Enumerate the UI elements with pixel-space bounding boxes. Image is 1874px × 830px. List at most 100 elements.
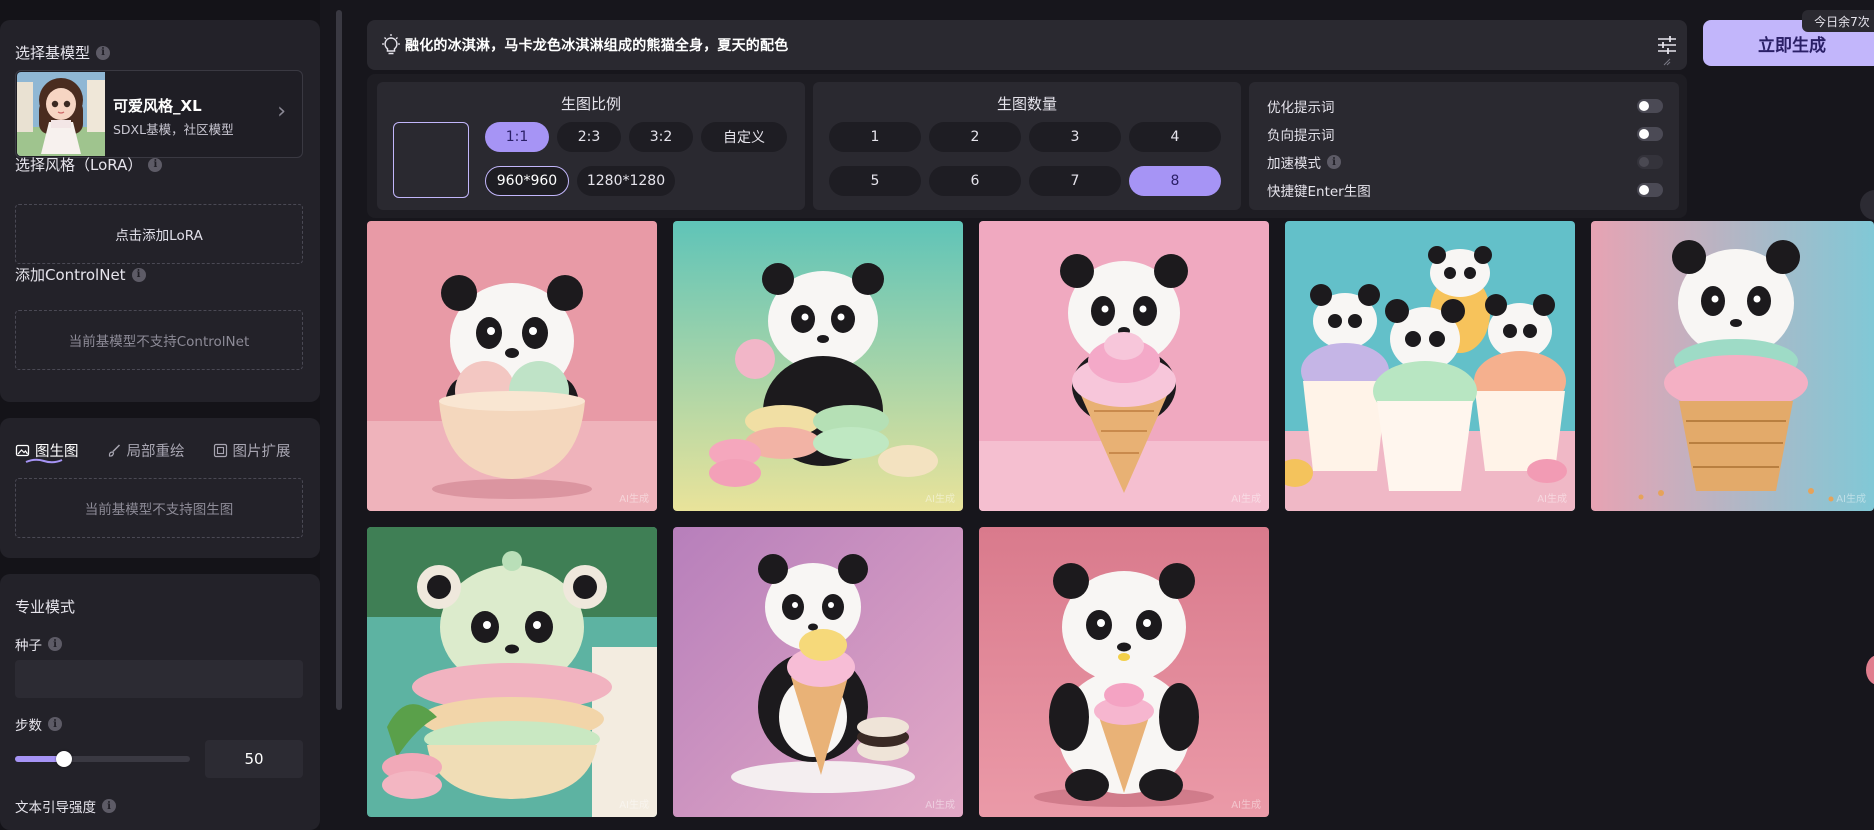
info-icon[interactable]: i — [148, 157, 163, 172]
ratio-option-2-3[interactable]: 2:3 — [557, 122, 621, 152]
generated-image[interactable]: AI生成 — [979, 527, 1269, 817]
info-icon[interactable]: i — [96, 45, 111, 60]
base-model-card[interactable]: 可爱风格_XL SDXL基模，社区模型 › — [15, 70, 303, 158]
aspect-ratio-box: 生图比例 1:1 2:3 3:2 自定义 960*960 1280*1280 — [377, 82, 805, 210]
chevron-right-icon: › — [277, 99, 286, 124]
option-negative-prompt: 负向提示词 — [1267, 124, 1663, 144]
generated-image[interactable]: AI生成 — [673, 221, 963, 511]
floating-action-button[interactable] — [1866, 655, 1874, 685]
base-model-heading: 选择基模型 i — [15, 42, 111, 63]
option-label: 快捷键Enter生图 — [1267, 184, 1371, 200]
enter-shortcut-toggle[interactable] — [1637, 183, 1663, 197]
count-option-8[interactable]: 8 — [1129, 166, 1221, 196]
info-icon[interactable]: i — [48, 717, 62, 731]
option-label: 负向提示词 — [1267, 128, 1335, 144]
pro-mode-panel: 专业模式 种子 i 步数 i 50 文本引导强度 i — [0, 574, 320, 830]
steps-heading: 步数 i — [15, 714, 62, 734]
count-option-4[interactable]: 4 — [1129, 122, 1221, 152]
count-option-1[interactable]: 1 — [829, 122, 921, 152]
count-title: 生图数量 — [996, 95, 1057, 113]
controlnet-label: 添加ControlNet — [15, 266, 126, 284]
seed-heading: 种子 i — [15, 634, 62, 654]
fast-mode-toggle — [1637, 155, 1663, 169]
generation-settings: 生图比例 1:1 2:3 3:2 自定义 960*960 1280*1280 生… — [367, 74, 1687, 218]
watermark: AI生成 — [925, 800, 955, 811]
model-name: 可爱风格_XL — [113, 97, 202, 115]
watermark: AI生成 — [619, 800, 649, 811]
watermark: AI生成 — [1231, 494, 1261, 505]
brush-icon — [108, 444, 120, 457]
ratio-option-1-1[interactable]: 1:1 — [485, 122, 549, 152]
sidebar-scrollbar[interactable] — [336, 10, 342, 710]
prompt-bar[interactable]: 融化的冰淇淋，马卡龙色冰淇淋组成的熊猫全身，夏天的配色 — [367, 20, 1687, 70]
pro-mode-title: 专业模式 — [15, 598, 76, 616]
active-tab-indicator — [25, 458, 63, 464]
generated-image[interactable]: AI生成 — [1591, 221, 1874, 511]
optimize-prompt-toggle[interactable] — [1637, 99, 1663, 113]
option-label: 优化提示词 — [1267, 100, 1335, 116]
ratio-title: 生图比例 — [560, 95, 621, 113]
count-option-3[interactable]: 3 — [1029, 122, 1121, 152]
generated-image[interactable]: AI生成 — [673, 527, 963, 817]
model-subtitle: SDXL基模，社区模型 — [113, 122, 234, 137]
controlnet-unsupported-box: 当前基模型不支持ControlNet — [15, 310, 303, 370]
size-option-1280[interactable]: 1280*1280 — [577, 166, 675, 196]
sidebar: 选择基模型 i 可爱风格_XL SDXL基模，社区模型 › 选择风格（LoRA）… — [0, 0, 320, 830]
generated-image[interactable]: AI生成 — [367, 527, 657, 817]
sliders-icon[interactable] — [1655, 33, 1679, 57]
count-option-7[interactable]: 7 — [1029, 166, 1121, 196]
lightbulb-icon — [382, 34, 400, 55]
count-option-5[interactable]: 5 — [829, 166, 921, 196]
expand-icon — [213, 443, 227, 458]
scroll-right-button[interactable] — [1860, 190, 1874, 220]
tab-label: 局部重绘 — [126, 444, 185, 460]
model-settings-panel: 选择基模型 i 可爱风格_XL SDXL基模，社区模型 › 选择风格（LoRA）… — [0, 20, 320, 402]
steps-input[interactable]: 50 — [205, 740, 303, 778]
info-icon[interactable]: i — [102, 799, 116, 813]
option-enter-shortcut: 快捷键Enter生图 — [1267, 180, 1663, 200]
watermark: AI生成 — [925, 494, 955, 505]
steps-slider[interactable] — [15, 751, 190, 767]
base-model-label: 选择基模型 — [15, 44, 91, 62]
generated-image[interactable]: AI生成 — [979, 221, 1269, 511]
watermark: AI生成 — [1231, 800, 1261, 811]
lora-label: 选择风格（LoRA） — [15, 156, 143, 174]
ratio-option-3-2[interactable]: 3:2 — [629, 122, 693, 152]
seed-label: 种子 — [15, 638, 42, 654]
option-optimize-prompt: 优化提示词 — [1267, 96, 1663, 116]
tab-outpaint[interactable]: 图片扩展 — [213, 440, 291, 461]
option-label: 加速模式 — [1267, 156, 1321, 172]
watermark: AI生成 — [1537, 494, 1567, 505]
cfg-heading: 文本引导强度 i — [15, 796, 116, 816]
image-mode-panel: 图生图 局部重绘 图片扩展 当前基模型不支持图生图 — [0, 418, 320, 558]
img2img-unsupported-box: 当前基模型不支持图生图 — [15, 478, 303, 538]
info-icon[interactable]: i — [48, 637, 62, 651]
resize-grip-icon[interactable] — [1663, 58, 1671, 66]
generated-image[interactable]: AI生成 — [367, 221, 657, 511]
seed-input[interactable] — [15, 660, 303, 698]
ratio-preview — [393, 122, 469, 198]
image-count-box: 生图数量 1 2 3 4 5 6 7 8 — [813, 82, 1241, 210]
watermark: AI生成 — [619, 494, 649, 505]
tab-inpaint[interactable]: 局部重绘 — [107, 440, 185, 461]
add-lora-button[interactable]: 点击添加LoRA — [15, 204, 303, 264]
image-icon — [15, 444, 30, 457]
quota-badge: 今日余7次 — [1802, 10, 1874, 32]
tab-label: 图片扩展 — [232, 444, 291, 460]
ratio-option-custom[interactable]: 自定义 — [701, 122, 787, 152]
negative-prompt-toggle[interactable] — [1637, 127, 1663, 141]
steps-slider-handle[interactable] — [56, 751, 72, 767]
generated-image[interactable]: AI生成 — [1285, 221, 1575, 511]
model-thumbnail — [17, 72, 105, 156]
cfg-label: 文本引导强度 — [15, 800, 96, 816]
prompt-input[interactable]: 融化的冰淇淋，马卡龙色冰淇淋组成的熊猫全身，夏天的配色 — [405, 35, 788, 55]
steps-label: 步数 — [15, 718, 42, 734]
info-icon[interactable]: i — [1327, 155, 1341, 169]
option-fast-mode: 加速模式 i — [1267, 152, 1663, 172]
lora-heading: 选择风格（LoRA） i — [15, 154, 163, 175]
controlnet-heading: 添加ControlNet i — [15, 264, 146, 285]
size-option-960[interactable]: 960*960 — [485, 166, 569, 196]
count-option-6[interactable]: 6 — [929, 166, 1021, 196]
info-icon[interactable]: i — [131, 267, 146, 282]
count-option-2[interactable]: 2 — [929, 122, 1021, 152]
